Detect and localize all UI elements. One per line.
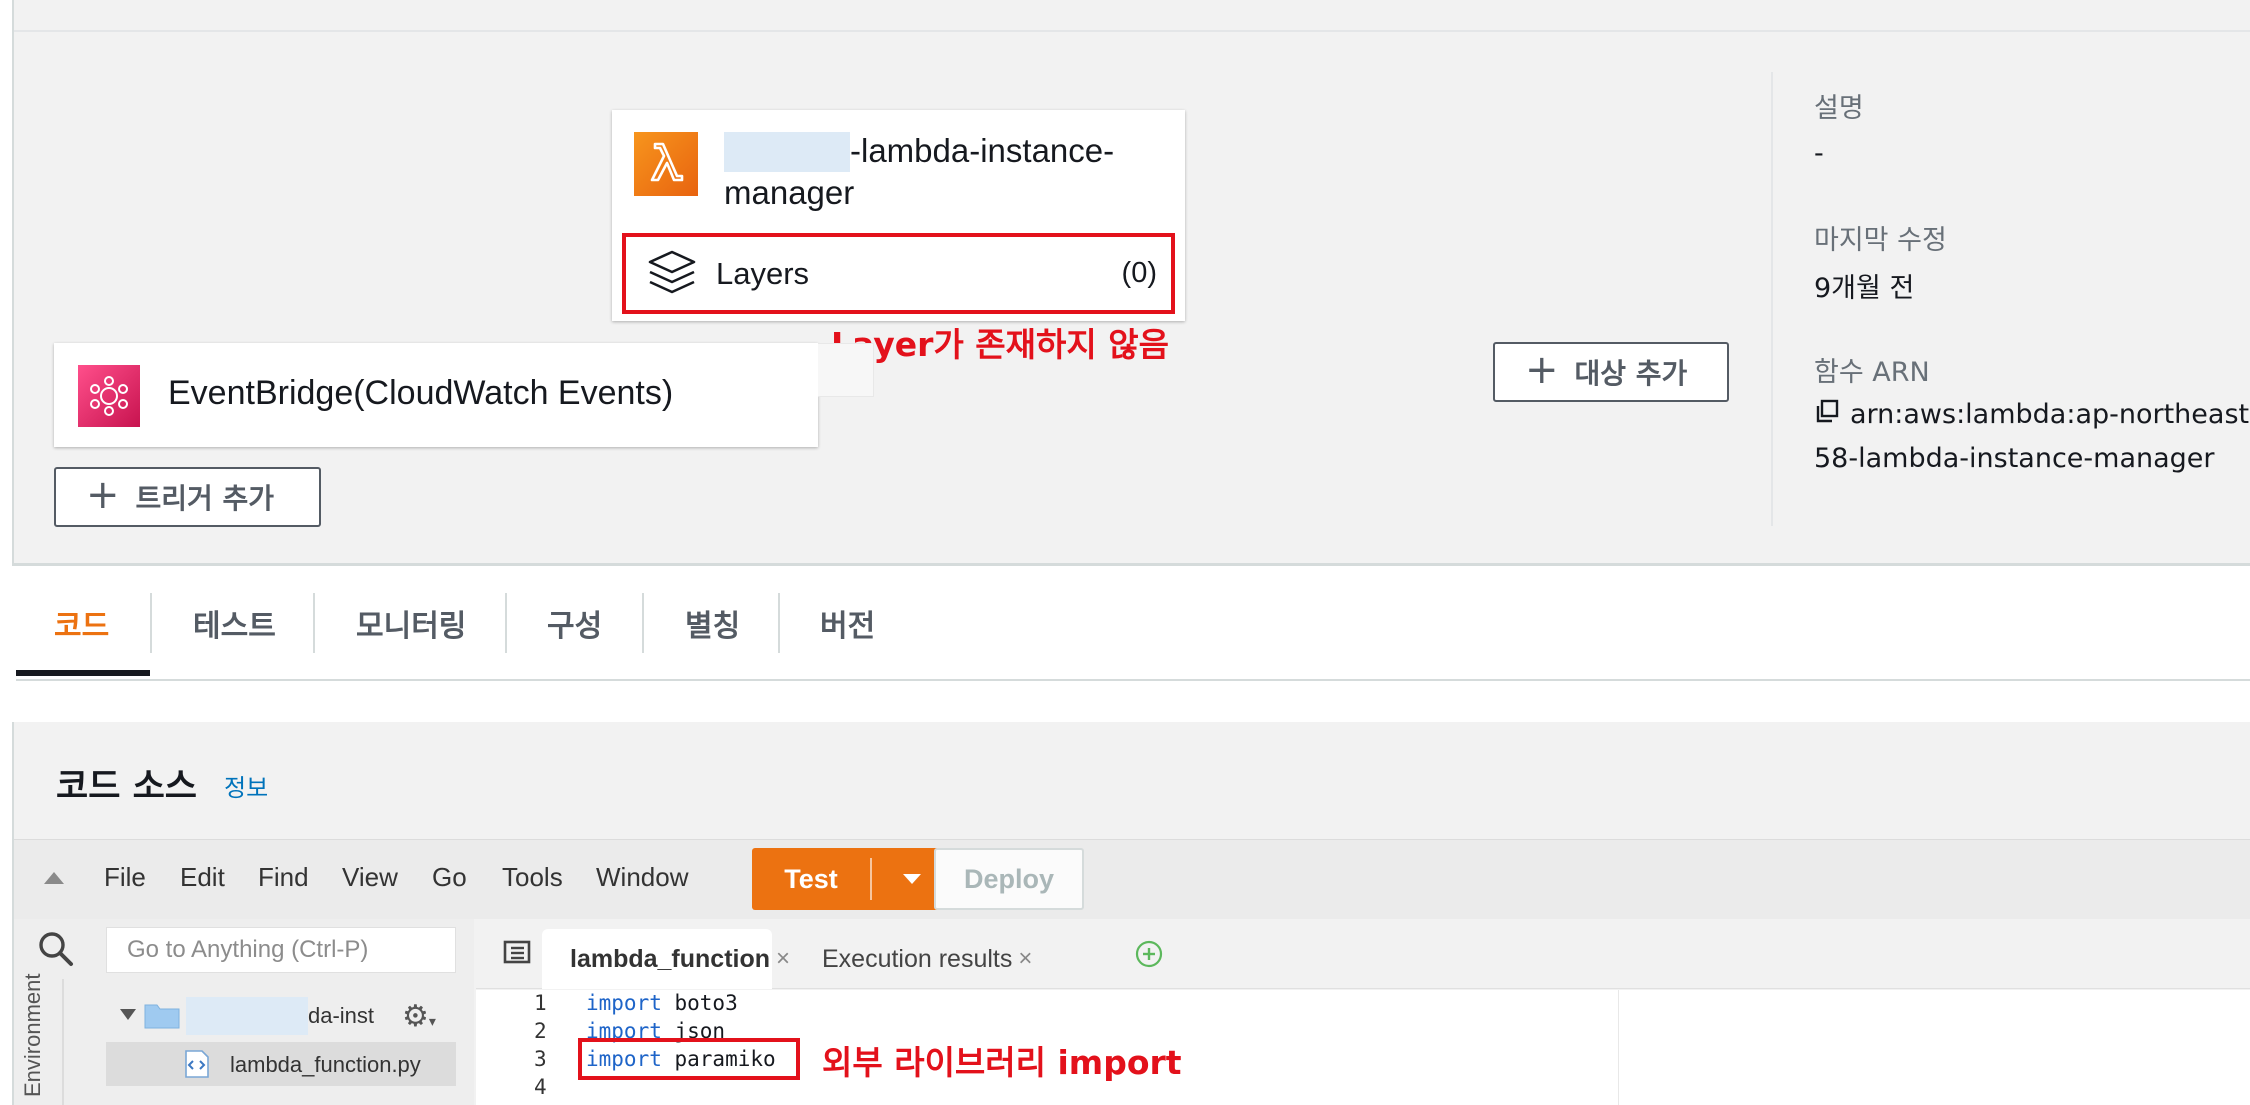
- line-number: 2: [534, 1019, 547, 1043]
- trigger-connector: [818, 343, 874, 397]
- tab-separator: [313, 593, 315, 653]
- menu-edit[interactable]: Edit: [180, 862, 225, 893]
- layer-annotation: Layer가 존재하지 않음: [831, 325, 1169, 364]
- environment-label: Environment: [20, 973, 45, 1097]
- eventbridge-icon: [78, 365, 140, 427]
- file-item-lambda-function[interactable]: lambda_function.py: [106, 1042, 456, 1086]
- code-keyword: import: [586, 991, 662, 1015]
- test-button[interactable]: Test: [752, 848, 952, 910]
- plus-icon: +: [1525, 347, 1559, 393]
- menu-find[interactable]: Find: [258, 862, 309, 893]
- tab-separator: [778, 593, 780, 653]
- go-to-anything-input[interactable]: [106, 927, 456, 973]
- code-editor[interactable]: 1 2 3 4 import boto3 import json import …: [476, 990, 2250, 1105]
- trigger-name: EventBridge(CloudWatch Events): [168, 374, 674, 412]
- print-margin: [1618, 990, 1619, 1105]
- python-file-icon: [184, 1050, 210, 1078]
- redacted-folder-mask: [186, 997, 308, 1035]
- add-destination-label: 대상 추가: [1574, 357, 1688, 390]
- menu-window[interactable]: Window: [596, 862, 688, 893]
- code-text: boto3: [661, 991, 738, 1015]
- paramiko-highlight-box: [578, 1038, 800, 1080]
- editor-tab-bar: lambda_function × Execution results ×: [476, 919, 2250, 989]
- add-destination-button[interactable]: + 대상 추가: [1493, 342, 1729, 402]
- active-tab-indicator: [16, 670, 150, 676]
- description-label: 설명: [1814, 93, 1864, 124]
- tab-separator: [505, 593, 507, 653]
- close-icon[interactable]: ×: [776, 945, 790, 973]
- layers-row[interactable]: Layers (0): [622, 233, 1175, 314]
- layers-label: Layers: [716, 255, 810, 291]
- folder-icon: [144, 1001, 180, 1029]
- menu-view[interactable]: View: [342, 862, 398, 893]
- function-arn-value: arn:aws:lambda:ap-northeast-2: [1814, 398, 2250, 431]
- folder-name[interactable]: da-inst: [308, 1003, 374, 1029]
- editor-tab-execution-results[interactable]: Execution results ×: [796, 929, 1056, 989]
- code-line: import boto3: [586, 991, 738, 1015]
- close-icon[interactable]: ×: [1018, 945, 1032, 973]
- search-icon[interactable]: [36, 929, 76, 969]
- file-name: lambda_function.py: [230, 1052, 421, 1077]
- editor-menu-icon[interactable]: [502, 937, 532, 967]
- import-annotation: 외부 라이브러리 import: [822, 1043, 1182, 1082]
- code-source-panel: 코드 소스 정보 File Edit Find View Go Tools Wi…: [12, 722, 2250, 1105]
- collapse-arrow-icon[interactable]: [44, 872, 64, 884]
- editor-tab-lambda-function[interactable]: lambda_function ×: [542, 929, 790, 989]
- tab-code[interactable]: 코드: [54, 598, 109, 648]
- function-name[interactable]: -lambda-instance-manager: [724, 130, 1164, 214]
- environment-divider: [62, 979, 64, 1105]
- ide-menubar: File Edit Find View Go Tools Window Test…: [14, 839, 2250, 919]
- editor-tab-label: Execution results: [822, 944, 1013, 973]
- plus-icon: +: [86, 472, 120, 518]
- test-button-label: Test: [784, 863, 838, 894]
- editor-tab-label: lambda_function: [570, 944, 771, 973]
- add-tab-icon[interactable]: [1134, 939, 1164, 969]
- folder-expand-caret-icon[interactable]: [120, 1009, 136, 1020]
- tab-configuration[interactable]: 구성: [547, 598, 602, 648]
- info-link[interactable]: 정보: [224, 768, 268, 803]
- add-trigger-button[interactable]: + 트리거 추가: [54, 467, 321, 527]
- line-number: 4: [534, 1075, 547, 1099]
- last-modified-value: 9개월 전: [1814, 273, 1915, 304]
- trigger-card[interactable]: EventBridge(CloudWatch Events): [54, 343, 818, 447]
- file-explorer: Environment da-inst ⚙▾ lambda_function.p…: [14, 919, 474, 1105]
- lambda-icon: [634, 132, 698, 196]
- function-overview-panel: -lambda-instance-manager Layers (0) Laye…: [12, 0, 2250, 566]
- function-name-text: -lambda-instance-manager: [724, 132, 1115, 211]
- last-modified-label: 마지막 수정: [1814, 225, 1947, 256]
- tab-test[interactable]: 테스트: [193, 598, 276, 648]
- menu-file[interactable]: File: [104, 862, 146, 893]
- function-tabs: 코드 테스트 모니터링 구성 별칭 버전: [16, 566, 2250, 681]
- tab-separator: [150, 593, 152, 653]
- description-value: -: [1814, 138, 1824, 169]
- tab-separator: [642, 593, 644, 653]
- line-number-gutter: 1 2 3 4: [476, 990, 566, 1105]
- line-number: 3: [534, 1047, 547, 1071]
- code-source-title: 코드 소스: [56, 767, 197, 807]
- add-trigger-label: 트리거 추가: [135, 482, 275, 515]
- details-divider: [1771, 72, 1773, 526]
- tab-versions[interactable]: 버전: [820, 598, 875, 648]
- function-arn-line2: 58-lambda-instance-manager: [1814, 443, 2215, 474]
- function-card[interactable]: -lambda-instance-manager Layers (0): [612, 110, 1185, 321]
- deploy-button[interactable]: Deploy: [934, 848, 1084, 910]
- line-number: 1: [534, 991, 547, 1015]
- tab-aliases[interactable]: 별칭: [685, 598, 740, 648]
- menu-tools[interactable]: Tools: [502, 862, 563, 893]
- function-arn-label: 함수 ARN: [1814, 357, 1930, 388]
- menu-go[interactable]: Go: [432, 862, 467, 893]
- environment-tab[interactable]: Environment: [16, 973, 56, 1105]
- function-arn-line1: arn:aws:lambda:ap-northeast-2: [1850, 399, 2250, 430]
- gear-icon[interactable]: ⚙▾: [402, 999, 436, 1034]
- overview-divider: [14, 30, 2250, 32]
- copy-icon[interactable]: [1814, 398, 1840, 431]
- layers-count: (0): [1121, 257, 1157, 289]
- layers-icon: [640, 244, 704, 304]
- tab-monitoring[interactable]: 모니터링: [356, 598, 466, 648]
